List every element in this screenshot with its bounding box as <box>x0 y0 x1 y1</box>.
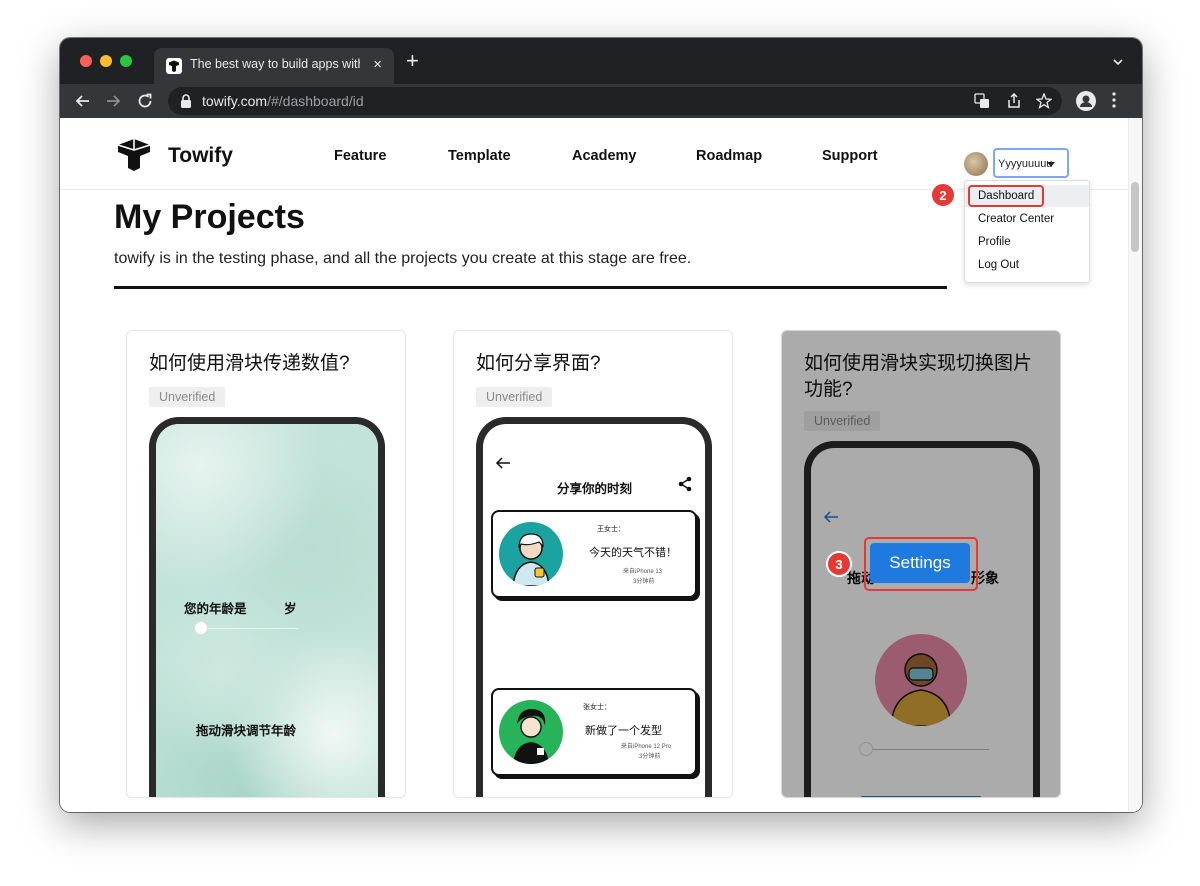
post-message: 新做了一个发型 <box>585 725 662 737</box>
nav-feature[interactable]: Feature <box>334 148 386 164</box>
menu-item-dashboard[interactable]: Dashboard <box>978 190 1034 202</box>
user-menu-button[interactable]: Yyyyuuuuu <box>993 148 1069 178</box>
towify-favicon-icon <box>166 58 182 74</box>
post-avatar <box>499 700 563 764</box>
post-card: 张女士： 新做了一个发型 来自iPhone 12 Pro 3分钟前 <box>491 688 697 776</box>
post-card: 王女士： 今天的天气不错！ 来自iPhone 13 3分钟前 <box>491 510 697 598</box>
project-title: 如何使用滑块传递数值? <box>149 353 350 374</box>
post-time: 3分钟前 <box>639 754 661 760</box>
status-badge: Unverified <box>149 387 226 407</box>
share-screen-header: 分享你的时刻 <box>557 482 633 496</box>
profile-avatar-icon[interactable] <box>1076 91 1096 111</box>
scrollbar-thumb[interactable] <box>1131 182 1139 252</box>
status-badge: Unverified <box>476 387 553 407</box>
slider-hint: 拖动滑块调节年龄 <box>196 724 297 738</box>
user-avatar[interactable] <box>964 152 988 176</box>
post-message: 今天的天气不错！ <box>589 547 677 559</box>
project-card[interactable]: 如何使用滑块传递数值? Unverified 您的年龄是 岁 拖动滑块调节年龄 <box>126 330 406 798</box>
tab-close-icon[interactable]: × <box>373 56 382 73</box>
brand-name[interactable]: Towify <box>168 144 233 168</box>
maximize-window-button[interactable] <box>120 55 132 67</box>
step-badge-settings: 3 <box>826 551 852 577</box>
nav-template[interactable]: Template <box>448 148 511 164</box>
translate-icon[interactable] <box>974 93 990 114</box>
nav-roadmap[interactable]: Roadmap <box>696 148 762 164</box>
user-dropdown-menu: Dashboard Creator Center Profile Log Out <box>964 180 1090 283</box>
post-device: 来自iPhone 12 Pro <box>621 744 672 750</box>
more-options-icon[interactable] <box>1112 92 1116 113</box>
page-viewport: Towify Feature Template Academy Roadmap … <box>60 118 1142 812</box>
share-icon[interactable] <box>1006 92 1022 114</box>
forward-arrow-icon[interactable] <box>104 92 122 115</box>
project-title: 如何分享界面? <box>476 353 601 374</box>
url-path: /#/dashboard/id <box>267 93 364 109</box>
page-scrollbar[interactable] <box>1128 118 1142 812</box>
tab-bar: The best way to build apps with × + <box>60 38 1142 84</box>
post-avatar <box>499 522 563 586</box>
share-icon <box>677 476 693 497</box>
phone-preview: 您的年龄是 岁 拖动滑块调节年龄 <box>149 417 385 797</box>
tab-search-chevron-icon[interactable] <box>1112 55 1124 73</box>
back-arrow-icon <box>495 456 511 475</box>
url-text[interactable]: towify.com/#/dashboard/id <box>202 93 364 109</box>
bookmark-star-icon[interactable] <box>1035 92 1053 114</box>
caret-down-icon <box>1047 162 1055 167</box>
browser-window: The best way to build apps with × + towi… <box>60 38 1142 812</box>
age-slider-knob <box>194 621 208 635</box>
minimize-window-button[interactable] <box>100 55 112 67</box>
new-tab-button[interactable]: + <box>406 50 419 72</box>
project-card-hovered[interactable]: 如何使用滑块实现切换图片功能? Unverified 拖动 形象 Setting… <box>781 330 1061 798</box>
title-divider <box>114 286 947 289</box>
settings-button[interactable]: Settings <box>870 543 970 583</box>
browser-toolbar: towify.com/#/dashboard/id <box>60 84 1142 118</box>
tab-title: The best way to build apps with <box>190 57 360 71</box>
post-time: 3分钟前 <box>633 579 655 585</box>
url-host: towify.com <box>202 93 268 109</box>
step-badge-dashboard: 2 <box>930 182 956 208</box>
lock-icon[interactable] <box>180 94 192 113</box>
page-title: My Projects <box>114 198 305 236</box>
nav-academy[interactable]: Academy <box>572 148 636 164</box>
menu-item-log-out[interactable]: Log Out <box>978 259 1019 271</box>
user-name: Yyyyuuuuu <box>998 158 1053 170</box>
post-author: 王女士： <box>597 526 625 533</box>
address-bar[interactable]: towify.com/#/dashboard/id <box>168 87 1062 115</box>
age-unit: 岁 <box>284 602 297 616</box>
browser-tab[interactable]: The best way to build apps with × <box>154 48 394 84</box>
towify-logo-icon[interactable] <box>116 138 152 177</box>
age-slider-track <box>200 628 298 629</box>
menu-item-creator-center[interactable]: Creator Center <box>978 213 1054 225</box>
reload-icon[interactable] <box>136 92 154 115</box>
post-author: 张女士： <box>583 704 611 711</box>
page-subtitle: towify is in the testing phase, and all … <box>114 250 692 267</box>
close-window-button[interactable] <box>80 55 92 67</box>
back-arrow-icon[interactable] <box>74 92 92 115</box>
menu-item-profile[interactable]: Profile <box>978 236 1011 248</box>
age-label: 您的年龄是 <box>184 602 247 616</box>
phone-preview: 分享你的时刻 王女士： 今天的天气不错！ 来自iPhone 13 3分钟前 张女… <box>476 417 712 797</box>
project-card[interactable]: 如何分享界面? Unverified 分享你的时刻 王女士： 今天的天气不错！ … <box>453 330 733 798</box>
nav-support[interactable]: Support <box>822 148 878 164</box>
post-device: 来自iPhone 13 <box>623 569 663 575</box>
